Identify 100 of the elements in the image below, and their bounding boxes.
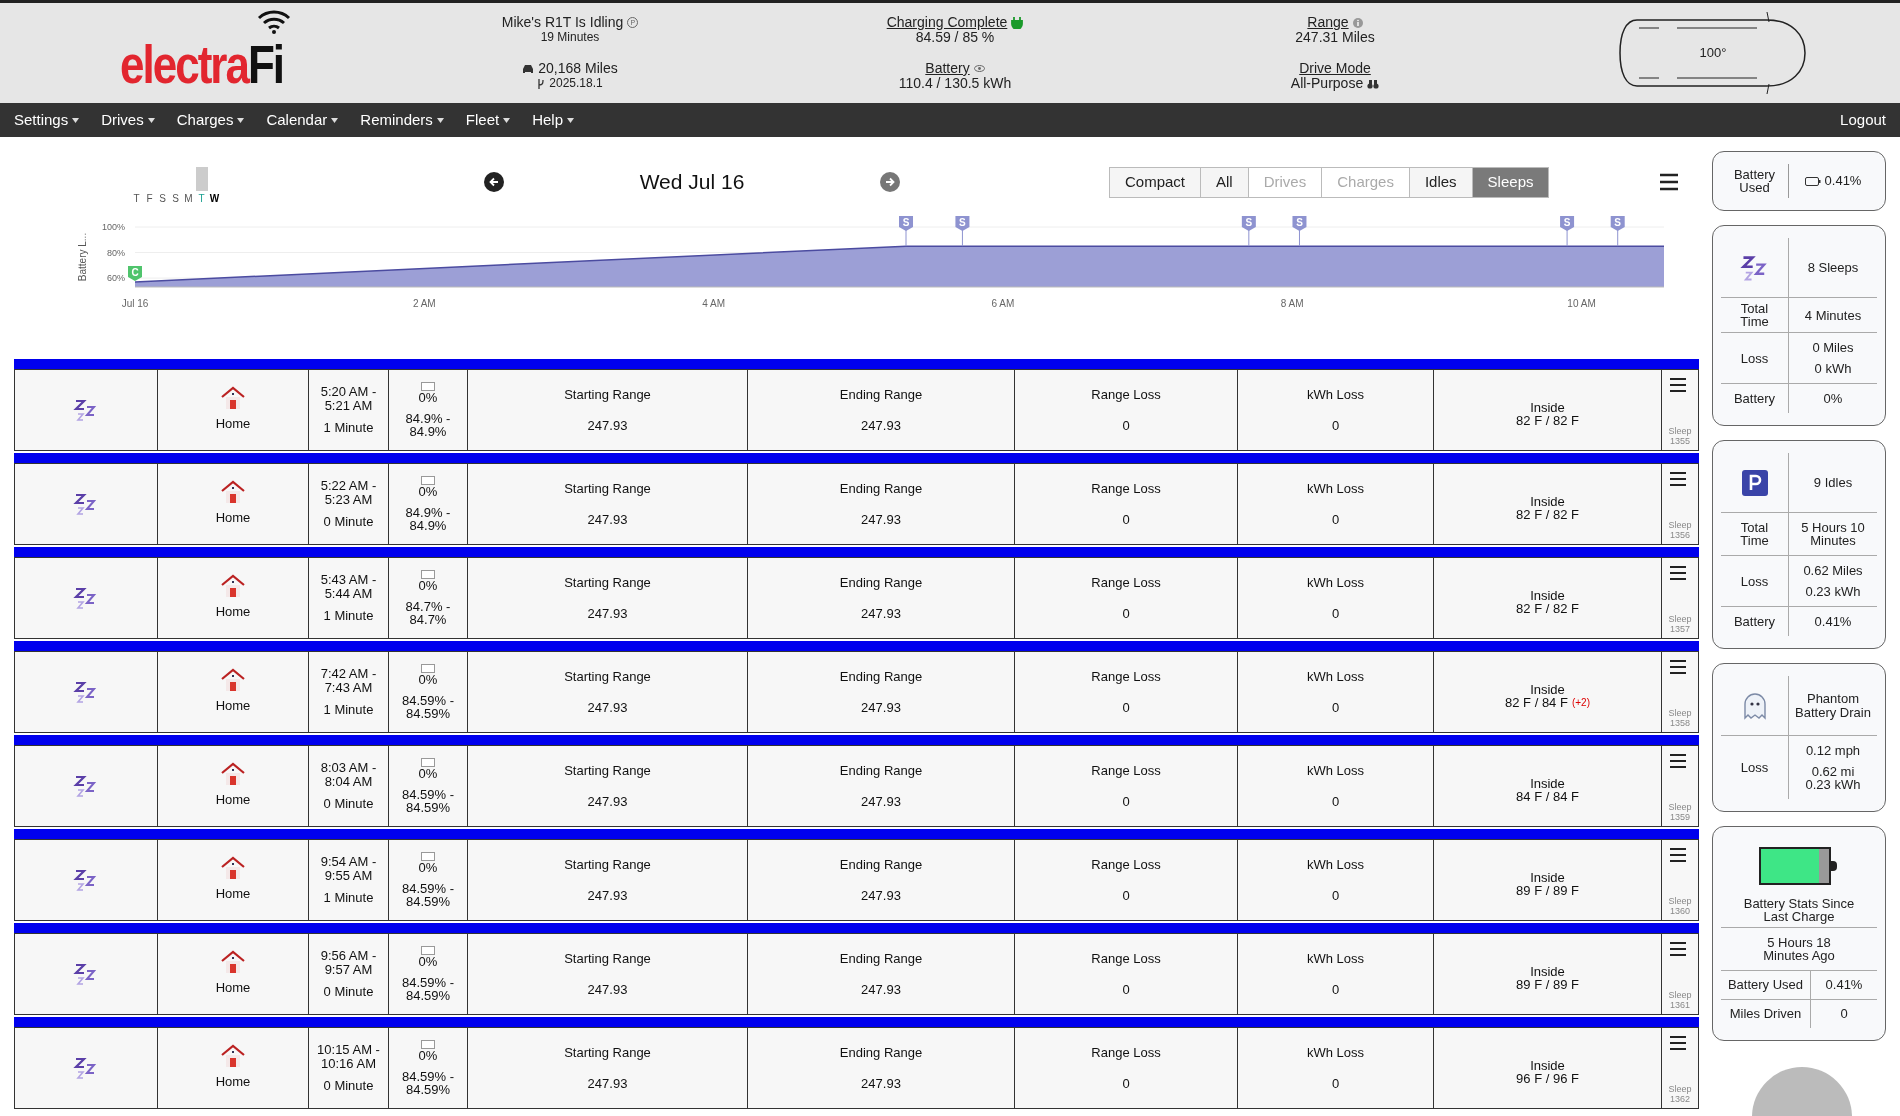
field-value: 0 — [1331, 981, 1340, 999]
house-icon — [220, 480, 246, 505]
nav-menu[interactable]: Fleet — [465, 108, 511, 132]
inside-temperature: 82 F / 82 F — [1516, 508, 1579, 521]
house-icon — [220, 856, 246, 881]
sleep-id: Sleep 1361 — [1667, 990, 1693, 1010]
field-value: 247.93 — [587, 511, 628, 529]
place-label: Home — [215, 885, 251, 904]
logout-link[interactable]: Logout — [1840, 108, 1886, 132]
wifi-icon — [257, 8, 291, 34]
previous-day-button[interactable] — [484, 172, 504, 192]
field-value: 247.93 — [861, 793, 901, 811]
sleep-id: Sleep 1362 — [1667, 1084, 1693, 1104]
battery-end: 84.59% — [405, 707, 451, 720]
house-icon — [220, 574, 246, 599]
caret-icon — [503, 117, 511, 123]
field-value: 0 — [1122, 417, 1130, 435]
range-link[interactable]: Range — [1307, 15, 1349, 30]
weekday-label[interactable]: F — [146, 191, 153, 206]
field-label: Range Loss — [1091, 1043, 1161, 1062]
field-value: 0 — [1331, 511, 1340, 529]
charging-link[interactable]: Charging Complete — [886, 15, 1008, 30]
stat-value: 0.41% — [1824, 976, 1864, 995]
since-text: 5 Hours 18 Minutes Ago — [1762, 936, 1836, 962]
field-value: 247.93 — [861, 981, 901, 999]
battery-start: 84.59% - — [401, 1070, 454, 1083]
nav-menu[interactable]: Drives — [101, 108, 155, 132]
sleep-icon — [73, 679, 99, 705]
nav-menu[interactable]: Calendar — [266, 108, 339, 132]
field-label: kWh Loss — [1306, 479, 1365, 498]
weekday-label[interactable]: W — [209, 191, 220, 206]
filter-button[interactable]: Sleeps — [1471, 166, 1550, 198]
battery-icon — [421, 382, 435, 391]
battery-link[interactable]: Battery — [925, 61, 970, 76]
field-value: 0 — [1122, 511, 1130, 529]
stat-label: Battery Used — [1727, 979, 1804, 991]
weekday-label[interactable]: T — [133, 191, 140, 206]
field-label: Inside — [1530, 683, 1565, 696]
sleep-icon — [73, 961, 99, 987]
nav-menu[interactable]: Reminders — [360, 108, 444, 132]
battery-start: 84.59% - — [401, 694, 454, 707]
field-label: Range Loss — [1091, 949, 1161, 968]
temperature-change: (+2) — [1571, 696, 1590, 709]
sleep-id: Sleep 1359 — [1667, 802, 1693, 822]
field-value: 247.93 — [587, 605, 628, 623]
battery-icon — [1804, 176, 1821, 186]
sleep-icon — [73, 867, 99, 893]
filter-button[interactable]: All — [1200, 166, 1249, 198]
weekday-label[interactable]: M — [184, 191, 193, 206]
stat-value: 0.41% — [1824, 172, 1862, 191]
weekday-label[interactable]: S — [172, 191, 179, 206]
card-title: 9 Idles — [1812, 473, 1854, 492]
stat-value: 0% — [1822, 392, 1844, 405]
eye-icon — [973, 65, 985, 72]
logo[interactable]: electraFi — [120, 8, 291, 98]
tick-label: 2 AM — [412, 298, 436, 309]
battery-end: 84.9% — [409, 425, 447, 438]
stat-value: 0 — [1839, 1005, 1849, 1024]
tick-label: 80% — [107, 247, 125, 258]
house-icon — [220, 762, 246, 787]
battery-used: 0% — [418, 391, 438, 404]
drive-mode-link[interactable]: Drive Mode — [1299, 61, 1371, 76]
caret-icon — [147, 117, 155, 123]
field-label: Ending Range — [839, 949, 923, 968]
duration: 0 Minute — [323, 797, 374, 811]
status-title: Mike's R1T Is Idling — [501, 15, 624, 30]
field-value: 247.93 — [861, 417, 901, 435]
nav-menu[interactable]: Settings — [14, 108, 80, 132]
filter-button[interactable]: Compact — [1109, 166, 1202, 198]
annotation: S — [1245, 217, 1253, 228]
field-value: 0 — [1331, 887, 1340, 905]
nav-menu[interactable]: Help — [532, 108, 575, 132]
house-icon — [220, 668, 246, 693]
battery-end: 84.9% — [409, 519, 447, 532]
field-label: Starting Range — [564, 667, 651, 686]
battery-icon — [421, 946, 435, 955]
end-time: 9:57 AM — [324, 963, 373, 977]
field-label: Starting Range — [564, 479, 651, 498]
axis-title: Battery L... — [77, 232, 88, 282]
next-day-button[interactable] — [880, 172, 900, 192]
card-title: Phantom Battery Drain — [1794, 689, 1872, 722]
tick-label: 10 AM — [1567, 298, 1596, 309]
start-time: 7:42 AM - — [320, 667, 377, 681]
field-label: Range Loss — [1091, 761, 1161, 780]
nav-menu[interactable]: Charges — [176, 108, 245, 132]
battery-end: 84.59% — [405, 895, 451, 908]
end-time: 9:55 AM — [324, 869, 373, 883]
weekday-label[interactable]: S — [159, 191, 166, 206]
field-label: Ending Range — [839, 385, 923, 404]
house-icon — [220, 386, 246, 411]
field-label: kWh Loss — [1306, 667, 1365, 686]
field-value: 247.93 — [861, 699, 901, 717]
field-label: Starting Range — [564, 855, 651, 874]
field-value: 247.93 — [587, 981, 628, 999]
field-label: Ending Range — [839, 667, 923, 686]
charge-value: 84.59 / 85 % — [915, 30, 995, 45]
filter-button[interactable]: Idles — [1408, 166, 1473, 198]
field-label: Range Loss — [1091, 385, 1161, 404]
caret-icon — [331, 117, 339, 123]
stat-value: 0 kWh — [1813, 362, 1853, 375]
